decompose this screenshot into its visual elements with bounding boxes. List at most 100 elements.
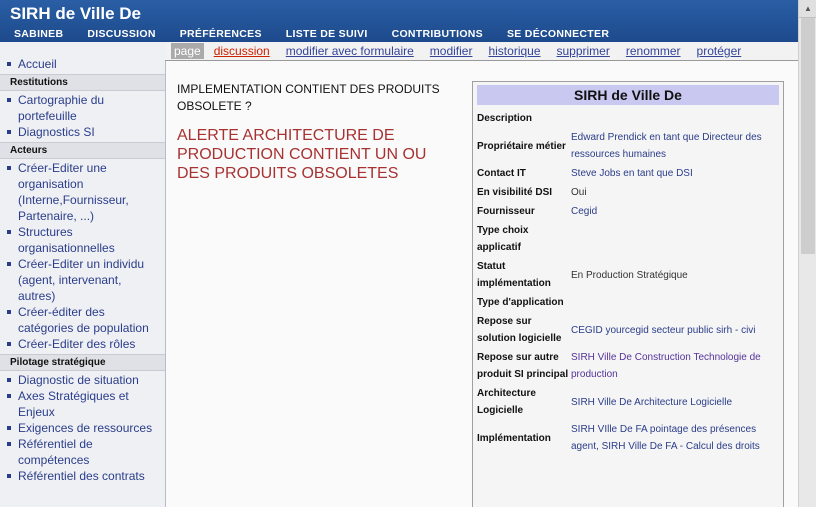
user-nav-link[interactable]: CONTRIBUTIONS xyxy=(392,28,483,40)
scroll-up-arrow-icon[interactable]: ▲ xyxy=(799,0,816,18)
question-text: IMPLEMENTATION CONTIENT DES PRODUITS OBS… xyxy=(177,82,440,113)
infobox-value[interactable]: Steve Jobs en tant que DSI xyxy=(571,164,779,183)
tab-modifier-avec-formulaire[interactable]: modifier avec formulaire xyxy=(286,44,414,58)
bullet-icon xyxy=(7,342,11,346)
bullet-icon xyxy=(7,310,11,314)
infobox-row: Contact IT Steve Jobs en tant que DSI xyxy=(473,164,783,183)
bullet-icon xyxy=(7,442,11,446)
infobox-key: Repose sur solution logicielle xyxy=(477,316,562,344)
infobox-key: Contact IT xyxy=(477,168,526,179)
infobox-value[interactable]: SIRH VIlle De FA pointage des présences … xyxy=(571,420,779,456)
sidebar-item[interactable]: Créer-Editer des rôles xyxy=(0,336,165,352)
sidebar-item[interactable]: Créer-éditer des catégories de populatio… xyxy=(0,304,165,336)
tab-protéger[interactable]: protéger xyxy=(697,44,742,58)
user-nav-link[interactable]: LISTE DE SUIVI xyxy=(286,28,368,40)
vertical-scrollbar[interactable]: ▲ xyxy=(798,0,816,507)
infobox-key: Fournisseur xyxy=(477,206,535,217)
infobox-row: Type d'application xyxy=(473,293,783,312)
sidebar-item-label: Créer-Editer des rôles xyxy=(18,337,136,351)
infobox-value[interactable]: CEGID yourcegid secteur public sirh - ci… xyxy=(571,312,779,348)
sidebar-item[interactable]: Référentiel des contrats xyxy=(0,468,165,484)
infobox-row: Implémentation SIRH VIlle De FA pointage … xyxy=(473,420,783,456)
sidebar-item[interactable]: Diagnostics SI xyxy=(0,124,165,140)
sidebar-section-title: Pilotage stratégique xyxy=(0,354,165,371)
infobox-key: Statut implémentation xyxy=(477,261,551,289)
infobox-rows: Description Propriétaire métier Edward Pre… xyxy=(473,109,783,456)
content-area: IMPLEMENTATION CONTIENT DES PRODUITS OBS… xyxy=(166,61,798,507)
infobox-row: En visibilité DSI Oui xyxy=(473,183,783,202)
sidebar-item[interactable]: Référentiel de compétences xyxy=(0,436,165,468)
infobox-key: Type d'application xyxy=(477,297,564,308)
infobox-value: En Production Stratégique xyxy=(571,269,688,281)
infobox-value: Oui xyxy=(571,187,587,198)
sidebar-item-label: Exigences de ressources xyxy=(18,421,153,435)
bullet-icon xyxy=(7,378,11,382)
alert-message: ALERTE ARCHITECTURE DE PRODUCTION CONTIE… xyxy=(177,127,427,182)
infobox-value[interactable]: Edward Prendick en tant que Directeur de… xyxy=(571,128,779,164)
user-nav-link[interactable]: SE DÉCONNECTER xyxy=(507,28,609,40)
sidebar-item-label: Créer-Editer un individu (agent, interve… xyxy=(18,257,145,303)
sidebar-item[interactable]: Exigences de ressources xyxy=(0,420,165,436)
bullet-icon xyxy=(7,262,11,266)
infobox-key: En visibilité DSI xyxy=(477,187,553,198)
infobox-key: Description xyxy=(477,113,533,124)
sidebar-sections: Restitutions Cartographie du portefeuille… xyxy=(0,74,165,484)
infobox-key: Architecture Logicielle xyxy=(477,388,536,416)
sidebar-item[interactable]: Diagnostic de situation xyxy=(0,372,165,388)
tab-modifier[interactable]: modifier xyxy=(430,44,473,58)
infobox-row: Repose sur autre produit SI principal SIR… xyxy=(473,348,783,384)
infobox-title: SIRH de Ville De xyxy=(477,85,779,105)
scroll-thumb[interactable] xyxy=(801,18,815,254)
sidebar-item-label: Cartographie du portefeuille xyxy=(18,93,105,123)
infobox-value[interactable]: Cegid xyxy=(571,202,779,221)
user-nav: SABINEB DISCUSSION PRÉFÉRENCES LISTE DE SUI… xyxy=(0,26,798,42)
infobox-row: Architecture Logicielle SIRH Ville De Arc… xyxy=(473,384,783,420)
bullet-icon xyxy=(7,230,11,234)
site-title: SIRH de Ville De xyxy=(10,4,142,23)
sidebar-item-label: Créer-éditer des catégories de populatio… xyxy=(18,305,149,335)
page-tabs: page discussion modifier avec formulaire mo… xyxy=(165,42,798,61)
bullet-icon xyxy=(7,130,11,134)
sidebar-item-label: Créer-Editer une organisation (Interne,F… xyxy=(18,161,129,223)
bullet-icon xyxy=(7,166,11,170)
bullet-icon xyxy=(7,474,11,478)
infobox-value[interactable]: SIRH Ville De Architecture Logicielle xyxy=(571,384,779,420)
tab-discussion[interactable]: discussion xyxy=(214,44,270,58)
user-nav-link[interactable]: PRÉFÉRENCES xyxy=(180,28,262,40)
sidebar-item[interactable]: Créer-Editer un individu (agent, interve… xyxy=(0,256,165,304)
infobox-row: Propriétaire métier Edward Prendick en ta… xyxy=(473,128,783,164)
infobox-row: Description xyxy=(473,109,783,128)
top-bar: SIRH de Ville De SABINEB DISCUSSION PRÉFÉR… xyxy=(0,0,798,42)
tab-page[interactable]: page xyxy=(171,43,204,59)
sidebar-item-label: Référentiel de compétences xyxy=(18,437,93,467)
sidebar-item-label: Diagnostics SI xyxy=(18,125,95,139)
sidebar-section-title: Restitutions xyxy=(0,74,165,91)
sidebar-item-accueil[interactable]: Accueil xyxy=(0,56,165,72)
sidebar-item-label: Accueil xyxy=(18,57,57,71)
bullet-icon xyxy=(7,394,11,398)
infobox-value xyxy=(571,293,779,312)
tab-renommer[interactable]: renommer xyxy=(626,44,681,58)
infobox-row: Statut implémentation En Production Strat… xyxy=(473,257,783,293)
sidebar: Accueil Restitutions Cartographie du port… xyxy=(0,42,166,507)
bullet-icon xyxy=(7,98,11,102)
infobox-row: Type choix applicatif xyxy=(473,221,783,257)
infobox-key: Type choix applicatif xyxy=(477,225,529,253)
infobox-key: Repose sur autre produit SI principal xyxy=(477,352,569,380)
infobox-row: Fournisseur Cegid xyxy=(473,202,783,221)
sidebar-item[interactable]: Structures organisationnelles xyxy=(0,224,165,256)
infobox-value xyxy=(571,221,779,257)
infobox-key: Implémentation xyxy=(477,432,551,444)
tab-supprimer[interactable]: supprimer xyxy=(557,44,610,58)
infobox-value[interactable]: SIRH Ville De Construction Technologie d… xyxy=(571,348,779,384)
sidebar-item[interactable]: Cartographie du portefeuille xyxy=(0,92,165,124)
user-nav-link[interactable]: SABINEB xyxy=(14,28,63,40)
tab-historique[interactable]: historique xyxy=(488,44,540,58)
sidebar-item-label: Diagnostic de situation xyxy=(18,373,139,387)
sidebar-item-label: Axes Stratégiques et Enjeux xyxy=(18,389,129,419)
sidebar-item[interactable]: Axes Stratégiques et Enjeux xyxy=(0,388,165,420)
sidebar-item[interactable]: Créer-Editer une organisation (Interne,F… xyxy=(0,160,165,224)
infobox-value xyxy=(571,109,779,128)
user-nav-link[interactable]: DISCUSSION xyxy=(87,28,155,40)
sidebar-item-label: Référentiel des contrats xyxy=(18,469,145,483)
